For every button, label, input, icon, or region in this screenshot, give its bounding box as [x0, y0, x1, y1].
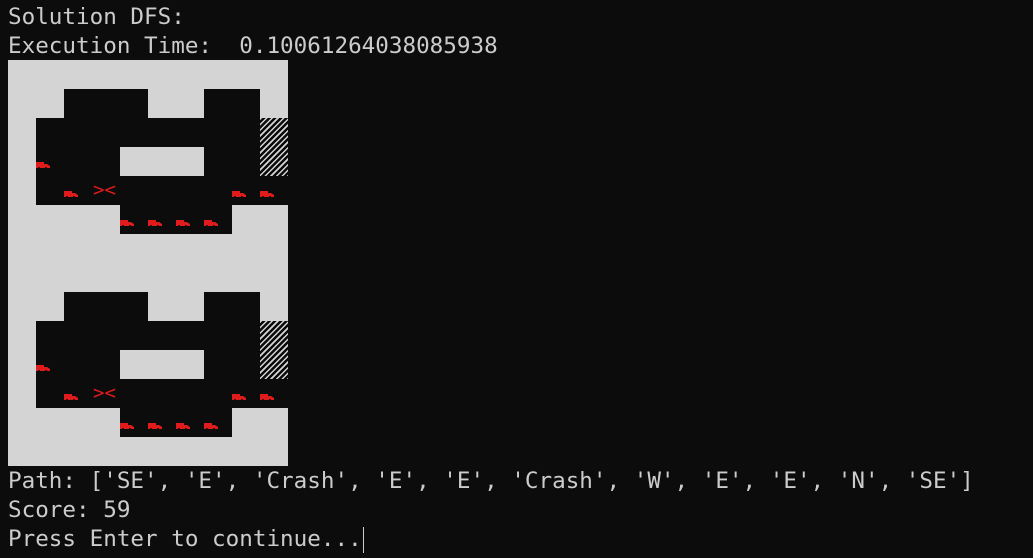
crash-marker: ><: [93, 179, 116, 201]
red-car-icon: [260, 190, 274, 198]
maze-wall: [120, 147, 204, 176]
continue-prompt-text: Press Enter to continue...: [8, 526, 362, 552]
maze-wall: [120, 437, 232, 466]
red-car-icon: [148, 219, 162, 227]
red-car-icon: [148, 422, 162, 430]
maze-wall: [120, 234, 232, 263]
maze-wall: [260, 292, 288, 321]
hatched-finish-icon: [260, 321, 288, 379]
hatched-finish-icon: [260, 118, 288, 176]
maze-wall: [8, 60, 288, 89]
maze-wall: [260, 89, 288, 118]
red-car-icon: [64, 190, 78, 198]
execution-time: Execution Time: 0.10061264038085938: [8, 33, 498, 59]
maze-board-1: ><: [8, 60, 288, 263]
red-car-icon: [36, 364, 50, 372]
maze-wall: [8, 263, 288, 292]
maze-board-2: ><: [8, 263, 288, 466]
solution-heading: Solution DFS:: [8, 4, 185, 30]
red-car-icon: [36, 161, 50, 169]
text-cursor: [362, 526, 364, 553]
red-car-icon: [232, 190, 246, 198]
red-car-icon: [204, 219, 218, 227]
maze-wall: [8, 321, 36, 408]
maze-wall: [232, 408, 288, 466]
maze-wall: [8, 408, 120, 466]
maze-wall: [232, 205, 288, 263]
red-car-icon: [64, 393, 78, 401]
maze-wall: [8, 205, 120, 263]
maze-wall: [120, 350, 204, 379]
red-car-icon: [176, 422, 190, 430]
red-car-icon: [204, 422, 218, 430]
maze-wall: [8, 118, 36, 205]
red-car-icon: [260, 393, 274, 401]
path-output: Path: ['SE', 'E', 'Crash', 'E', 'E', 'Cr…: [8, 468, 974, 494]
crash-marker: ><: [93, 382, 116, 404]
red-car-icon: [120, 422, 134, 430]
score-output: Score: 59: [8, 497, 131, 523]
red-car-icon: [232, 393, 246, 401]
maze-wall: [148, 292, 204, 321]
continue-prompt[interactable]: Press Enter to continue...: [8, 525, 364, 554]
red-car-icon: [176, 219, 190, 227]
red-car-icon: [120, 219, 134, 227]
maze-wall: [8, 89, 64, 118]
maze-wall: [148, 89, 204, 118]
maze-wall: [8, 292, 64, 321]
